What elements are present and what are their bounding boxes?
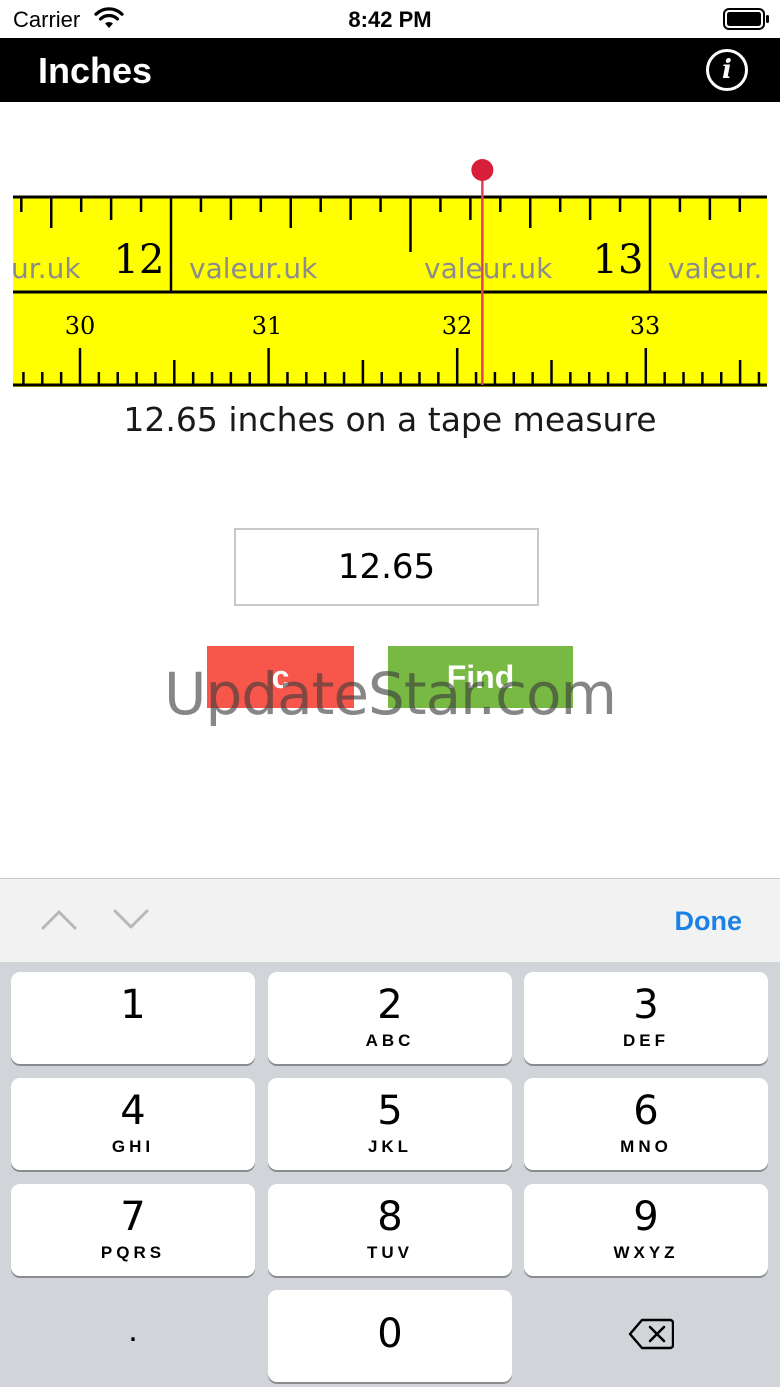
tape-measure: 12 13 ur.uk valeur.uk valeur.uk valeur. … xyxy=(13,150,767,390)
find-button[interactable]: Find xyxy=(388,646,573,708)
key-3[interactable]: 3 DEF xyxy=(524,972,768,1064)
inches-input[interactable] xyxy=(234,528,539,606)
key-letters: ABC xyxy=(365,1031,415,1050)
key-8[interactable]: 8 TUV xyxy=(268,1184,512,1276)
key-digit: 4 xyxy=(120,1088,146,1134)
page-title: Inches xyxy=(38,50,153,91)
key-digit: 8 xyxy=(377,1194,403,1240)
done-button[interactable]: Done xyxy=(675,906,743,937)
key-digit: 1 xyxy=(120,982,146,1028)
brand-label: ur.uk xyxy=(13,252,81,285)
key-letters: PQRS xyxy=(100,1243,166,1262)
tape-measure-graphic: 12 13 ur.uk valeur.uk valeur.uk valeur. … xyxy=(13,159,767,387)
key-letters: DEF xyxy=(623,1031,669,1050)
key-letters: WXYZ xyxy=(613,1243,679,1262)
measurement-marker-dot xyxy=(471,159,494,181)
key-letters: GHI xyxy=(111,1137,155,1156)
key-0[interactable]: 0 xyxy=(268,1290,512,1382)
key-decimal[interactable]: . xyxy=(11,1290,255,1382)
inch-label: 13 xyxy=(593,237,644,283)
battery-icon xyxy=(723,8,769,30)
key-letters: JKL xyxy=(367,1137,413,1156)
keyboard-toolbar: Done xyxy=(0,878,780,962)
status-bar: Carrier 8:42 PM xyxy=(0,0,780,38)
key-4[interactable]: 4 GHI xyxy=(11,1078,255,1170)
key-9[interactable]: 9 WXYZ xyxy=(524,1184,768,1276)
key-5[interactable]: 5 JKL xyxy=(268,1078,512,1170)
brand-label: valeur.uk xyxy=(189,252,318,285)
info-button[interactable]: i xyxy=(706,49,748,91)
key-letters: TUV xyxy=(367,1243,413,1262)
status-time: 8:42 PM xyxy=(348,7,432,32)
nav-bar: Inches i xyxy=(0,38,780,102)
key-7[interactable]: 7 PQRS xyxy=(11,1184,255,1276)
key-digit: 0 xyxy=(377,1311,403,1357)
measurement-caption: 12.65 inches on a tape measure xyxy=(123,400,657,439)
key-digit: 7 xyxy=(120,1194,146,1240)
key-1[interactable]: 1 xyxy=(11,972,255,1064)
key-digit: 6 xyxy=(633,1088,659,1134)
chevron-down-icon[interactable] xyxy=(112,907,150,931)
cm-label: 32 xyxy=(442,312,473,340)
key-6[interactable]: 6 MNO xyxy=(524,1078,768,1170)
brand-label: valeur.uk xyxy=(424,252,553,285)
brand-label: valeur. xyxy=(668,252,762,285)
inch-label: 12 xyxy=(114,237,165,283)
key-digit: 3 xyxy=(633,982,659,1028)
number-keypad: 1 2 ABC 3 DEF 4 GHI 5 JKL 6 MNO 7 PQRS 8… xyxy=(0,962,780,1387)
key-digit: 2 xyxy=(377,982,403,1028)
info-icon: i xyxy=(722,55,732,85)
chevron-up-icon[interactable] xyxy=(40,907,78,931)
cm-label: 31 xyxy=(252,312,283,340)
backspace-icon[interactable] xyxy=(628,1318,674,1350)
key-letters: MNO xyxy=(620,1137,672,1156)
clear-button[interactable]: c xyxy=(207,646,354,708)
cm-label: 33 xyxy=(630,312,661,340)
key-2[interactable]: 2 ABC xyxy=(268,972,512,1064)
key-digit: 5 xyxy=(377,1088,403,1134)
key-digit: 9 xyxy=(633,1194,659,1240)
cm-label: 30 xyxy=(65,312,96,340)
